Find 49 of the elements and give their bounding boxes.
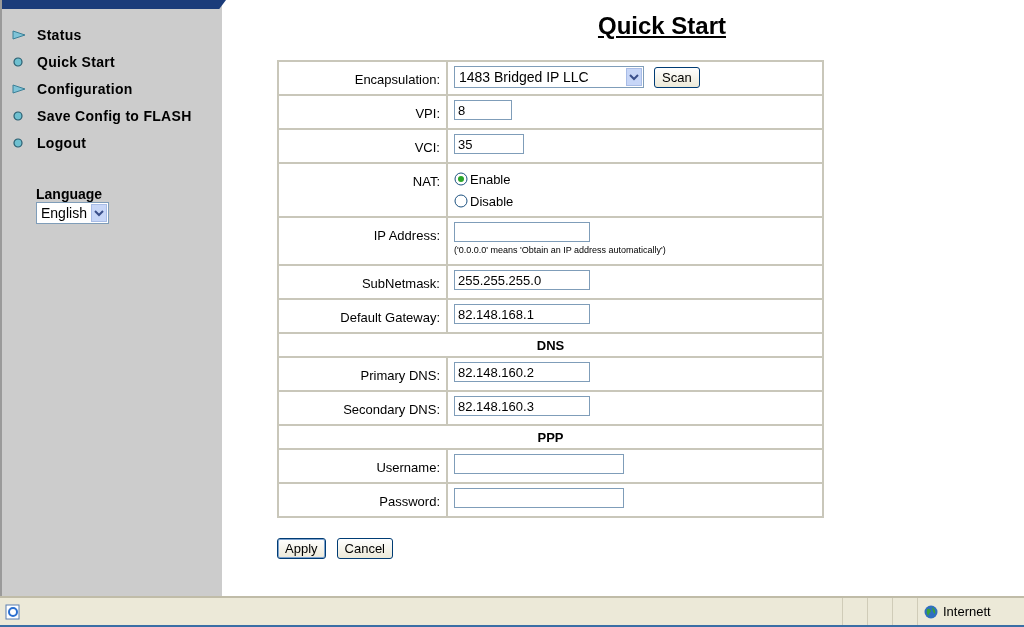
field-label: NAT:	[412, 173, 440, 189]
nav-link[interactable]: Save Config to FLASH	[37, 107, 192, 124]
language-select[interactable]: English	[36, 202, 109, 224]
text-field[interactable]: 35	[454, 134, 524, 154]
section-heading: DNS	[536, 337, 565, 353]
zone-label: Internett	[943, 604, 991, 619]
arrow-icon	[12, 83, 26, 94]
field-hint: ('0.0.0.0' means 'Obtain an IP address automatically')	[454, 245, 667, 255]
text-field[interactable]	[454, 454, 624, 474]
language-label: Language	[36, 186, 103, 202]
radio-label: Disable	[470, 193, 514, 209]
field-label: Encapsulation:	[354, 71, 440, 87]
dot-icon	[12, 110, 26, 121]
encapsulation-select[interactable]: 1483 Bridged IP LLC	[454, 66, 644, 88]
dropdown-icon	[90, 204, 107, 222]
field-label: Default Gateway:	[340, 309, 440, 325]
field-label: VCI:	[414, 139, 440, 155]
field-label: Primary DNS:	[360, 367, 440, 383]
form-button[interactable]: Apply	[277, 538, 326, 559]
page-title: Quick Start	[596, 12, 727, 40]
form-button[interactable]: Cancel	[336, 538, 393, 559]
radio-button[interactable]	[454, 194, 468, 208]
globe-icon	[924, 604, 938, 619]
text-field[interactable]: 255.255.255.0	[454, 270, 590, 290]
field-label: Secondary DNS:	[343, 401, 440, 417]
text-field[interactable]	[454, 488, 624, 508]
field-label: SubNetmask:	[361, 275, 440, 291]
text-field[interactable]	[454, 222, 590, 242]
dropdown-icon	[626, 68, 642, 86]
field-label: Password:	[379, 493, 440, 509]
radio-button[interactable]	[454, 172, 468, 186]
dot-icon	[12, 137, 26, 148]
text-field[interactable]: 82.148.168.1	[454, 304, 590, 324]
nav-link[interactable]: Quick Start	[37, 53, 115, 70]
dot-icon	[12, 56, 26, 67]
nav-link[interactable]: Logout	[37, 134, 87, 151]
arrow-icon	[12, 29, 26, 40]
page-icon	[4, 602, 22, 621]
section-heading: PPP	[537, 429, 564, 445]
field-label: IP Address:	[373, 227, 440, 243]
radio-label: Enable	[470, 171, 511, 187]
scan-button[interactable]: Scan	[654, 66, 700, 88]
field-label: Username:	[376, 459, 440, 475]
text-field[interactable]: 8	[454, 100, 512, 120]
nav-link[interactable]: Status	[37, 26, 82, 43]
text-field[interactable]: 82.148.160.2	[454, 362, 590, 382]
nav-link[interactable]: Configuration	[37, 80, 133, 97]
text-field[interactable]: 82.148.160.3	[454, 396, 590, 416]
field-label: VPI:	[415, 105, 440, 121]
